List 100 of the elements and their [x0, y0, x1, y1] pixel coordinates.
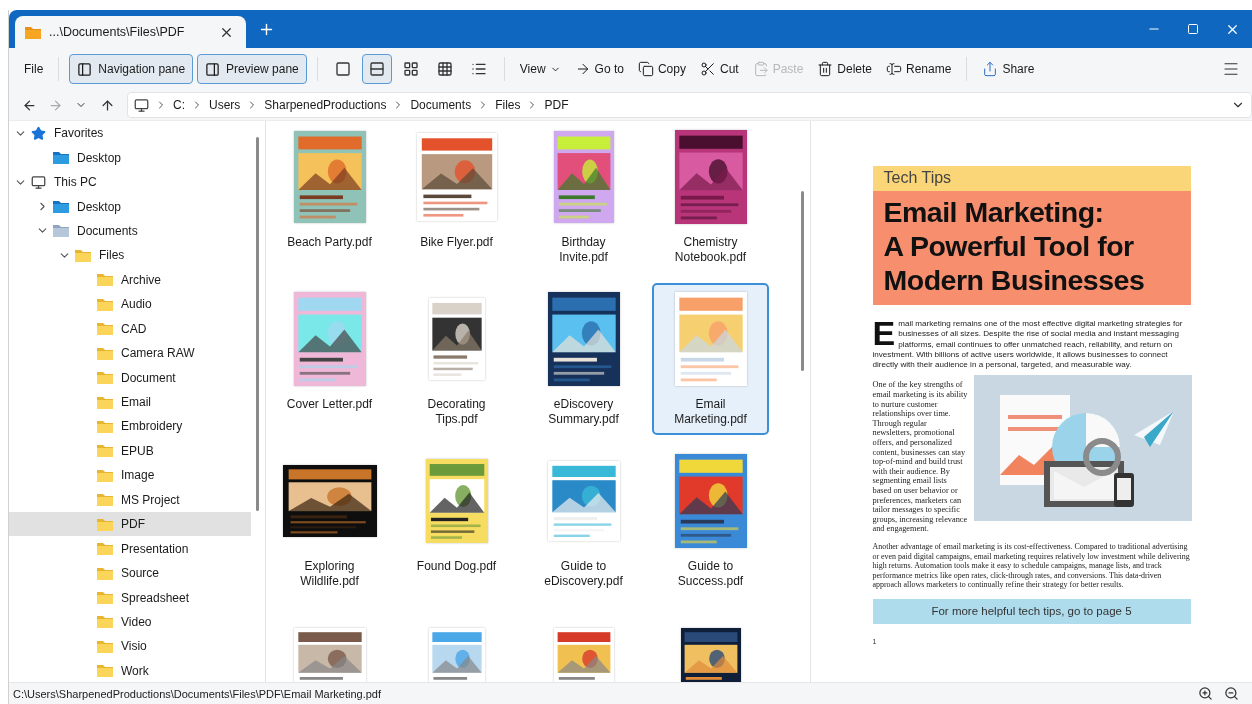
- tab-title: ...\Documents\Files\PDF: [49, 25, 186, 39]
- rows-icon: [368, 61, 385, 77]
- breadcrumb[interactable]: C:: [173, 98, 185, 112]
- file-name: Birthday Invite.pdf: [558, 234, 609, 265]
- callout-banner: For more helpful tech tips, go to page 5: [872, 598, 1191, 624]
- file-name: Chemistry Notebook.pdf: [673, 234, 748, 265]
- pane-icon: [77, 61, 93, 77]
- folder-icon: [97, 371, 113, 385]
- file-name: Bike Flyer.pdf: [420, 234, 493, 250]
- breadcrumb[interactable]: SharpenedProductions: [264, 98, 387, 112]
- folder-icon: [97, 419, 113, 433]
- breadcrumb[interactable]: Documents: [410, 98, 472, 112]
- file-item[interactable]: Bike Flyer.pdf: [398, 121, 515, 273]
- copy-icon: [637, 61, 654, 77]
- tree-item[interactable]: Files: [9, 243, 251, 268]
- folder-icon: [53, 224, 69, 238]
- tree-item[interactable]: Presentation: [9, 536, 251, 561]
- view-menu[interactable]: View: [514, 58, 566, 80]
- tree-item[interactable]: Spreadsheet: [9, 585, 251, 610]
- command-button[interactable]: Delete: [812, 57, 878, 81]
- tree-item[interactable]: Work: [9, 658, 251, 682]
- tree-item[interactable]: Visio: [9, 634, 251, 659]
- clipboard-icon: [752, 61, 769, 77]
- folder-icon: [97, 542, 113, 556]
- pane-toggle[interactable]: Navigation pane: [69, 54, 194, 84]
- paragraph: One of the key strengths of email marketing is its ability to nurture customer relationships over time. Through regular newsletters, promotional offers, and personalized content, businesses can stay top-of-mind and build trust with their audience. By segmenting email lists based on user behavior or preferences, marketers can tailor messages to specific groups, increasing relevance and engagement.: [872, 380, 968, 534]
- tree-item[interactable]: Image: [9, 463, 251, 488]
- tree-item[interactable]: Email: [9, 389, 251, 415]
- folder-icon: [97, 615, 113, 629]
- headline: Email Marketing: A Powerful Tool for Modern Businesses: [872, 191, 1191, 305]
- file-item[interactable]: eDiscovery Summary.pdf: [525, 283, 642, 435]
- computer-icon: [134, 97, 149, 113]
- file-name: Guide to eDiscovery.pdf: [543, 558, 624, 589]
- file-item[interactable]: Cover Letter.pdf: [271, 283, 388, 435]
- tree-item[interactable]: Desktop: [9, 194, 251, 219]
- tree-item[interactable]: Video: [9, 609, 251, 635]
- file-item[interactable]: Chemistry Notebook.pdf: [652, 121, 769, 273]
- file-menu[interactable]: File: [19, 58, 49, 80]
- computer-icon: [31, 174, 46, 190]
- scrollbar[interactable]: [256, 137, 259, 511]
- file-item[interactable]: Beach Party.pdf: [271, 121, 388, 273]
- folder-icon: [97, 664, 113, 678]
- tree-item[interactable]: Source: [9, 560, 251, 586]
- tree-item[interactable]: PDF: [9, 512, 251, 537]
- rename-icon: [886, 61, 903, 77]
- command-button[interactable]: Go to: [569, 57, 629, 81]
- share-button[interactable]: Share: [977, 57, 1040, 81]
- tree-item[interactable]: Audio: [9, 292, 251, 317]
- star-icon: [31, 125, 46, 141]
- file-name: Email Marketing.pdf: [673, 396, 748, 427]
- tree-item[interactable]: CAD: [9, 316, 251, 341]
- trash-icon: [817, 61, 834, 77]
- tab[interactable]: ...\Documents\Files\PDF: [15, 16, 246, 48]
- section-title: Tech Tips: [872, 166, 1191, 191]
- breadcrumb[interactable]: Users: [209, 98, 241, 112]
- folder-icon: [25, 25, 41, 39]
- tree-item[interactable]: Document: [9, 365, 251, 390]
- tree-item[interactable]: EPUB: [9, 438, 251, 464]
- tree-item[interactable]: Camera RAW: [9, 340, 251, 366]
- command-button[interactable]: Rename: [881, 57, 957, 81]
- folder-icon: [97, 322, 113, 336]
- folder-icon: [75, 248, 91, 262]
- command-button[interactable]: Copy: [632, 57, 691, 81]
- pane-toggle[interactable]: Preview pane: [197, 54, 307, 84]
- folder-icon: [97, 444, 113, 458]
- folder-icon: [97, 566, 113, 580]
- file-name: eDiscovery Summary.pdf: [547, 396, 620, 427]
- tree-item[interactable]: Documents: [9, 218, 251, 244]
- folder-icon: [97, 493, 113, 507]
- folder-icon: [97, 297, 113, 311]
- layout-button[interactable]: [361, 54, 392, 84]
- scrollbar[interactable]: [801, 191, 804, 371]
- scissors-icon: [699, 61, 716, 77]
- file-item[interactable]: Exploring Wildlife.pdf: [271, 445, 388, 597]
- file-item[interactable]: Guide to eDiscovery.pdf: [525, 445, 642, 597]
- breadcrumb[interactable]: PDF: [544, 98, 569, 112]
- file-item[interactable]: Decorating Tips.pdf: [398, 283, 515, 435]
- tree-item[interactable]: MS Project: [9, 487, 251, 512]
- share-icon: [982, 61, 999, 77]
- square-icon: [334, 61, 351, 77]
- folder-icon: [97, 468, 113, 482]
- tree-item[interactable]: Desktop: [9, 145, 251, 170]
- breadcrumb[interactable]: Files: [495, 98, 521, 112]
- command-button[interactable]: Cut: [694, 57, 744, 81]
- folder-icon: [97, 395, 113, 409]
- tree-item[interactable]: Favorites: [9, 121, 251, 146]
- folder-icon: [53, 200, 69, 214]
- file-item[interactable]: Guide to Success.pdf: [652, 445, 769, 597]
- file-item[interactable]: Found Dog.pdf: [398, 445, 515, 597]
- address-field[interactable]: C: Users SharpenedProductions Documents Files PDF: [127, 92, 1252, 118]
- tree-item[interactable]: Embroidery: [9, 414, 251, 439]
- list-icon: [470, 61, 487, 77]
- pane-icon: [205, 61, 221, 77]
- tree-item[interactable]: This PC: [9, 169, 251, 195]
- file-name: Found Dog.pdf: [416, 558, 497, 574]
- file-item[interactable]: Email Marketing.pdf: [652, 283, 769, 435]
- tree-item[interactable]: Archive: [9, 267, 251, 293]
- folder-icon: [97, 273, 113, 287]
- file-item[interactable]: Birthday Invite.pdf: [525, 121, 642, 273]
- folder-icon: [97, 639, 113, 653]
